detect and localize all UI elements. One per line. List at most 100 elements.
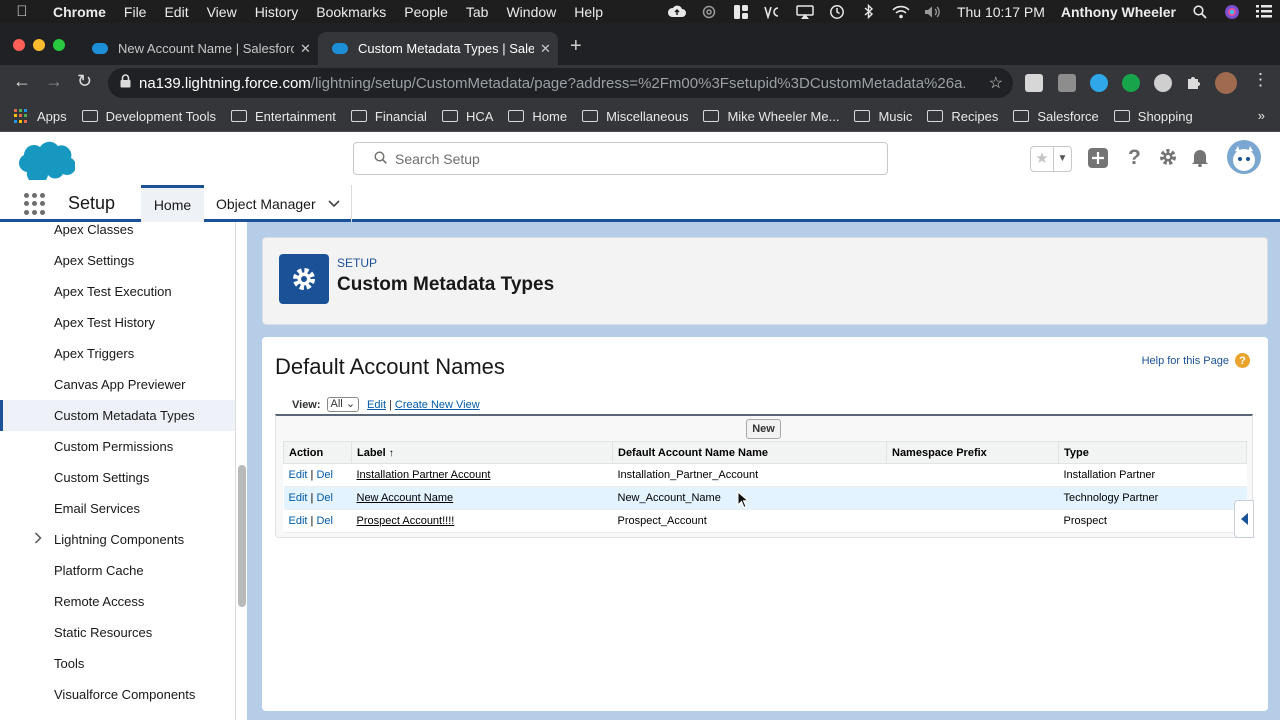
create-new-view-link[interactable]: Create New View [395, 399, 480, 411]
user-avatar[interactable] [1227, 140, 1261, 174]
layout-grid-icon[interactable] [725, 0, 757, 23]
sidebar-item-apex-test-history[interactable]: Apex Test History [0, 307, 235, 338]
help-question-icon[interactable]: ? [1128, 146, 1141, 170]
back-arrow-icon[interactable]: ← [13, 71, 31, 92]
time-machine-icon[interactable] [821, 0, 853, 23]
favorites-star-icon[interactable]: ★ [1031, 147, 1053, 171]
menu-app-name[interactable]: Chrome [44, 4, 115, 20]
tab-object-manager[interactable]: Object Manager [204, 185, 352, 222]
new-tab-plus-icon[interactable]: + [570, 35, 582, 58]
record-label-link[interactable]: Installation Partner Account [357, 469, 491, 481]
sidebar-item-apex-settings[interactable]: Apex Settings [0, 245, 235, 276]
setup-gear-icon[interactable] [1158, 147, 1178, 173]
bookmark-folder-entertainment[interactable]: Entertainment [230, 109, 336, 124]
bookmark-folder-development-tools[interactable]: Development Tools [81, 109, 216, 124]
bluetooth-icon[interactable] [853, 0, 885, 23]
sidebar-item-email-services[interactable]: Email Services [0, 493, 235, 524]
cloud-upload-icon[interactable] [661, 0, 693, 23]
extension-blue-icon[interactable] [1090, 74, 1108, 92]
chevron-down-icon[interactable] [328, 197, 340, 211]
bookmarks-overflow-icon[interactable]: » [1258, 108, 1265, 123]
sidebar-item-canvas-app-previewer[interactable]: Canvas App Previewer [0, 369, 235, 400]
bookmark-folder-recipes[interactable]: Recipes [927, 109, 998, 124]
edit-link[interactable]: Edit [289, 492, 308, 504]
sidebar-item-apex-test-execution[interactable]: Apex Test Execution [0, 276, 235, 307]
bookmark-apps[interactable]: Apps [14, 108, 67, 124]
delete-link[interactable]: Del [316, 469, 333, 481]
window-minimize-button[interactable] [33, 39, 45, 51]
bookmark-folder-music[interactable]: Music [854, 109, 912, 124]
bookmark-folder-hca[interactable]: HCA [441, 109, 493, 124]
window-zoom-button[interactable] [53, 39, 65, 51]
extension-green-icon[interactable] [1122, 74, 1140, 92]
panel-collapse-handle[interactable] [1234, 500, 1254, 538]
help-for-this-page-link[interactable]: Help for this Page ? [1142, 353, 1250, 368]
more-vert-icon[interactable]: ⋮ [1252, 70, 1269, 90]
sidebar-item-custom-metadata-types[interactable]: Custom Metadata Types [0, 400, 235, 431]
search-setup-input[interactable] [395, 150, 855, 167]
sidebar-item-lightning-components[interactable]: Lightning Components [0, 524, 235, 555]
sidebar-item-apex-classes[interactable]: Apex Classes [0, 222, 235, 245]
menu-history[interactable]: History [246, 4, 308, 20]
setup-search-box[interactable] [353, 142, 888, 175]
spotlight-search-icon[interactable] [1184, 0, 1216, 23]
menu-edit[interactable]: Edit [155, 4, 197, 20]
global-actions-plus-icon[interactable] [1087, 147, 1109, 175]
siri-icon[interactable] [1216, 0, 1248, 23]
sidebar-item-tools[interactable]: Tools [0, 648, 235, 679]
app-launcher-waffle-icon[interactable] [24, 193, 46, 215]
volume-icon[interactable] [917, 0, 949, 23]
tab-home[interactable]: Home [141, 185, 204, 222]
extension-record-icon[interactable] [1154, 74, 1172, 92]
favorites-dropdown-icon[interactable]: ▼ [1053, 147, 1071, 171]
extension-wj-icon[interactable] [1025, 74, 1043, 92]
sidebar-item-remote-access[interactable]: Remote Access [0, 586, 235, 617]
menu-file[interactable]: File [115, 4, 156, 20]
menu-window[interactable]: Window [497, 4, 565, 20]
bookmark-folder-shopping[interactable]: Shopping [1113, 109, 1193, 124]
forward-arrow-icon[interactable]: → [45, 71, 63, 92]
chevron-right-icon[interactable] [34, 532, 42, 547]
sidebar-item-static-resources[interactable]: Static Resources [0, 617, 235, 648]
wifi-icon[interactable] [885, 0, 917, 23]
sidebar-item-custom-settings[interactable]: Custom Settings [0, 462, 235, 493]
bookmark-folder-salesforce[interactable]: Salesforce [1013, 109, 1099, 124]
bookmark-star-icon[interactable]: ☆ [989, 73, 1003, 93]
view-select[interactable]: All ⌄ [326, 397, 360, 412]
menu-tab[interactable]: Tab [457, 4, 498, 20]
menu-clock[interactable]: Thu 10:17 PM [949, 4, 1053, 20]
browser-tab-new-account-name[interactable]: New Account Name | Salesforce ✕ [78, 32, 316, 65]
vpn-icon[interactable] [757, 0, 789, 23]
menu-bookmarks[interactable]: Bookmarks [307, 4, 395, 20]
bookmark-folder-financial[interactable]: Financial [350, 109, 427, 124]
sidebar-item-custom-permissions[interactable]: Custom Permissions [0, 431, 235, 462]
menu-view[interactable]: View [198, 4, 246, 20]
profile-avatar[interactable] [1215, 72, 1237, 94]
notifications-bell-icon[interactable] [1190, 147, 1210, 173]
bookmark-folder-home[interactable]: Home [508, 109, 567, 124]
salesforce-cloud-logo-icon[interactable] [15, 138, 76, 185]
airplay-icon[interactable] [789, 0, 821, 23]
record-label-link[interactable]: New Account Name [357, 492, 454, 504]
address-bar[interactable]: na139.lightning.force.com/lightning/setu… [108, 68, 1013, 98]
menu-people[interactable]: People [395, 4, 457, 20]
reload-icon[interactable]: ↻ [77, 71, 92, 92]
delete-link[interactable]: Del [316, 515, 333, 527]
sidebar-scrollbar[interactable] [238, 465, 246, 607]
column-header-label[interactable]: Label ↑ [351, 441, 613, 464]
notification-center-icon[interactable] [1248, 0, 1280, 23]
sidebar-item-apex-triggers[interactable]: Apex Triggers [0, 338, 235, 369]
tab-close-icon[interactable]: ✕ [300, 41, 311, 57]
edit-view-link[interactable]: Edit [367, 399, 386, 411]
bookmark-folder-miscellaneous[interactable]: Miscellaneous [582, 109, 688, 124]
edit-link[interactable]: Edit [289, 515, 308, 527]
new-record-button[interactable]: New [746, 419, 781, 439]
tab-close-icon[interactable]: ✕ [540, 41, 551, 57]
browser-tab-custom-metadata-types[interactable]: Custom Metadata Types | Salesforce ✕ [318, 32, 558, 65]
sidebar-item-visualforce-components[interactable]: Visualforce Components [0, 679, 235, 710]
menu-help[interactable]: Help [565, 4, 612, 20]
bookmark-folder-mike-wheeler[interactable]: Mike Wheeler Me... [703, 109, 839, 124]
creative-cloud-icon[interactable] [693, 0, 725, 23]
extensions-puzzle-icon[interactable] [1186, 74, 1204, 92]
extension-gray-icon[interactable] [1058, 74, 1076, 92]
